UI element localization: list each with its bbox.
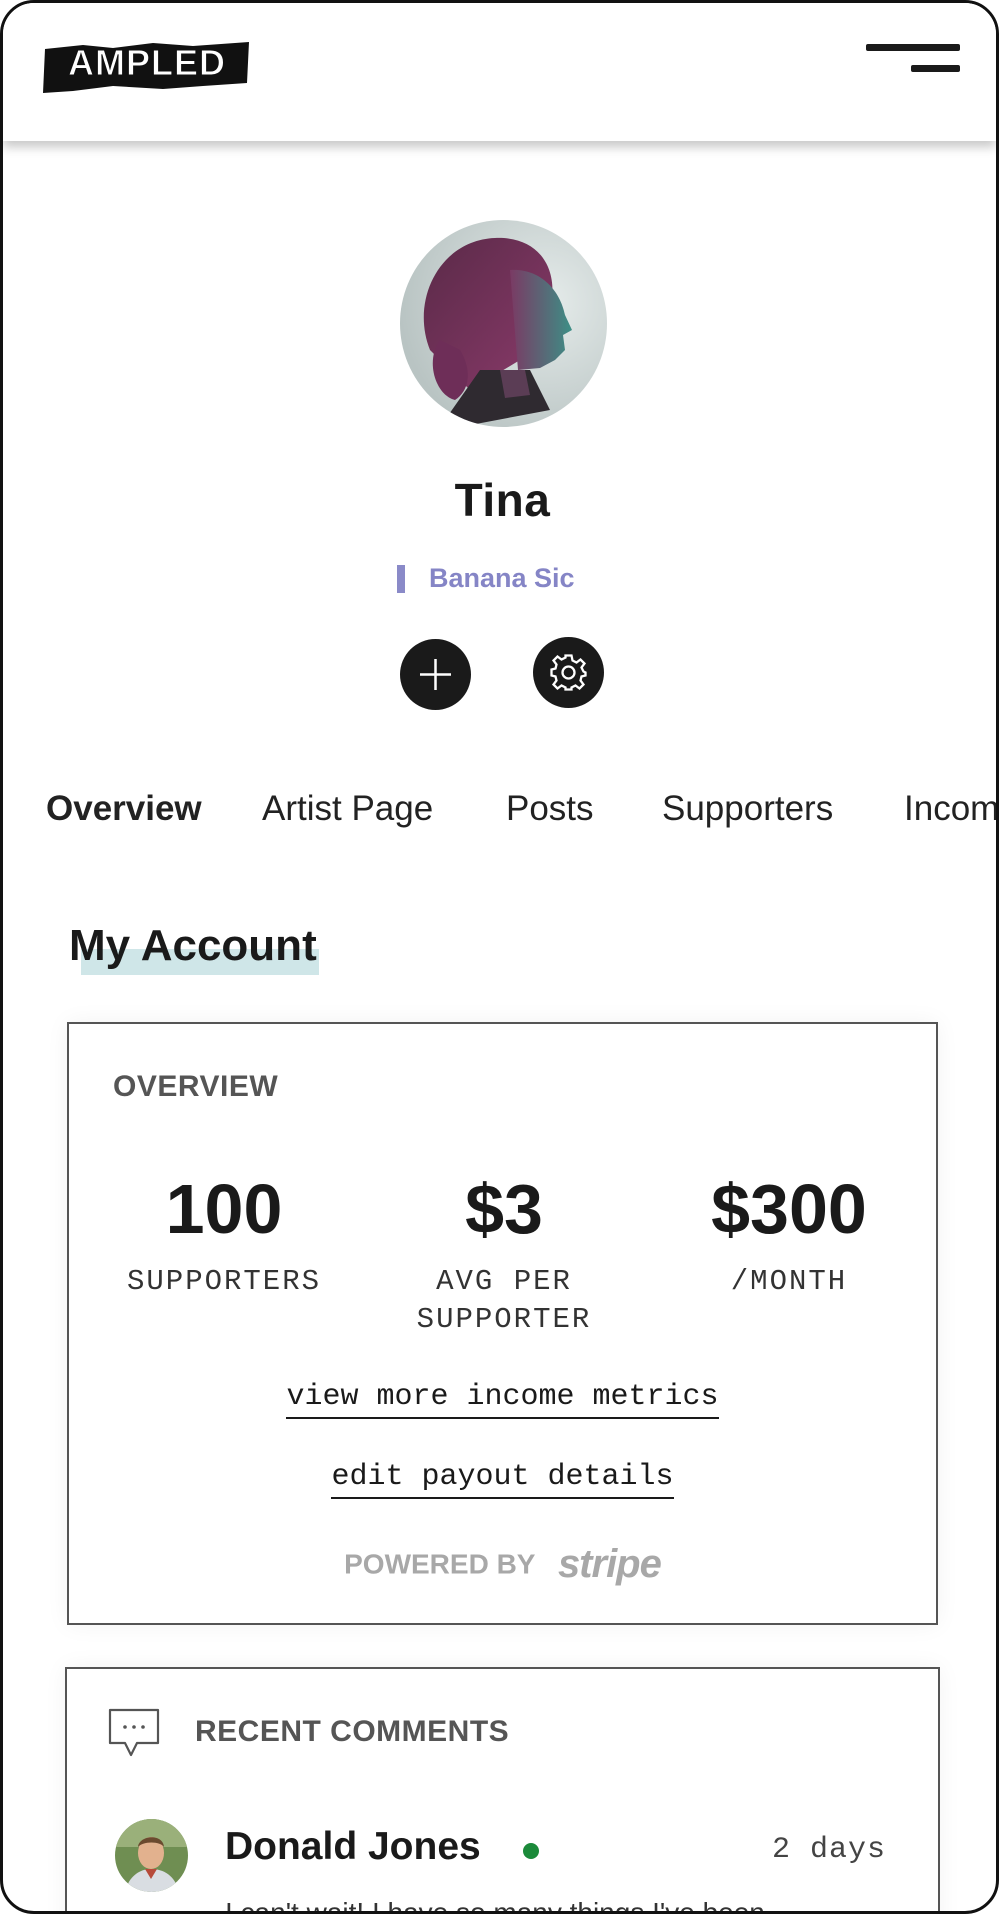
avg-per-supporter-value: $3 — [465, 1170, 543, 1248]
overview-label: OVERVIEW — [113, 1070, 279, 1103]
top-header: AMPLED — [3, 3, 996, 141]
powered-by-label: POWERED BY — [344, 1548, 536, 1580]
artist-tag-bar — [397, 565, 405, 593]
comment-item[interactable]: Donald Jones 2 days I can't wait! I have… — [67, 1819, 938, 1914]
profile-name: Tina — [454, 474, 551, 526]
recent-comments-label: RECENT COMMENTS — [195, 1715, 510, 1748]
avg-per-supporter-label: AVG PER SUPPORTER — [416, 1265, 592, 1336]
supporters-label: SUPPORTERS — [126, 1265, 322, 1298]
comment-text: I can't wait! I have so many things I've… — [225, 1897, 765, 1914]
svg-text:AMPLED: AMPLED — [68, 42, 226, 83]
tab-income[interactable]: Incom — [904, 789, 996, 829]
tab-posts[interactable]: Posts — [506, 789, 594, 829]
per-month-label: /MONTH — [730, 1265, 848, 1298]
stat-supporters: 100 SUPPORTERS — [69, 1174, 379, 1302]
stat-avg-per-supporter: $3 AVG PER SUPPORTER — [359, 1174, 649, 1340]
plus-icon — [420, 659, 451, 690]
tab-bar: Overview Artist Page Posts Supporters In… — [3, 789, 996, 839]
per-month-value: $300 — [711, 1170, 867, 1248]
settings-button[interactable] — [533, 637, 604, 708]
supporters-count: 100 — [165, 1170, 283, 1248]
stripe-logo: stripe — [557, 1542, 662, 1586]
commenter-name[interactable]: Donald Jones — [225, 1825, 481, 1869]
profile-avatar — [400, 220, 607, 427]
my-account-heading: My Account — [69, 921, 319, 975]
overview-card: OVERVIEW 100 SUPPORTERS $3 AVG PER SUPPO… — [67, 1022, 938, 1625]
hamburger-menu-icon[interactable] — [863, 39, 963, 79]
comment-icon — [107, 1707, 161, 1761]
view-more-income-metrics-link[interactable]: view more income metrics — [69, 1380, 936, 1419]
online-status-dot — [523, 1843, 539, 1859]
tab-overview[interactable]: Overview — [46, 789, 202, 829]
recent-comments-card: RECENT COMMENTS Donald Jones 2 days I ca… — [65, 1667, 940, 1914]
ampled-logo[interactable]: AMPLED — [43, 39, 251, 97]
artist-name[interactable]: Banana Sic — [429, 563, 575, 594]
stat-per-month: $300 /MONTH — [649, 1174, 929, 1302]
powered-by-stripe: POWERED BY stripe — [69, 1542, 936, 1587]
tab-artist-page[interactable]: Artist Page — [262, 789, 433, 829]
commenter-avatar[interactable] — [115, 1819, 188, 1892]
app-frame: AMPLED Tina Banana Sic Overview Artist P… — [0, 0, 999, 1914]
gear-icon — [550, 654, 587, 691]
edit-payout-details-link[interactable]: edit payout details — [69, 1460, 936, 1499]
add-button[interactable] — [400, 639, 471, 710]
tab-supporters[interactable]: Supporters — [662, 789, 833, 829]
comment-timestamp: 2 days — [771, 1833, 886, 1867]
